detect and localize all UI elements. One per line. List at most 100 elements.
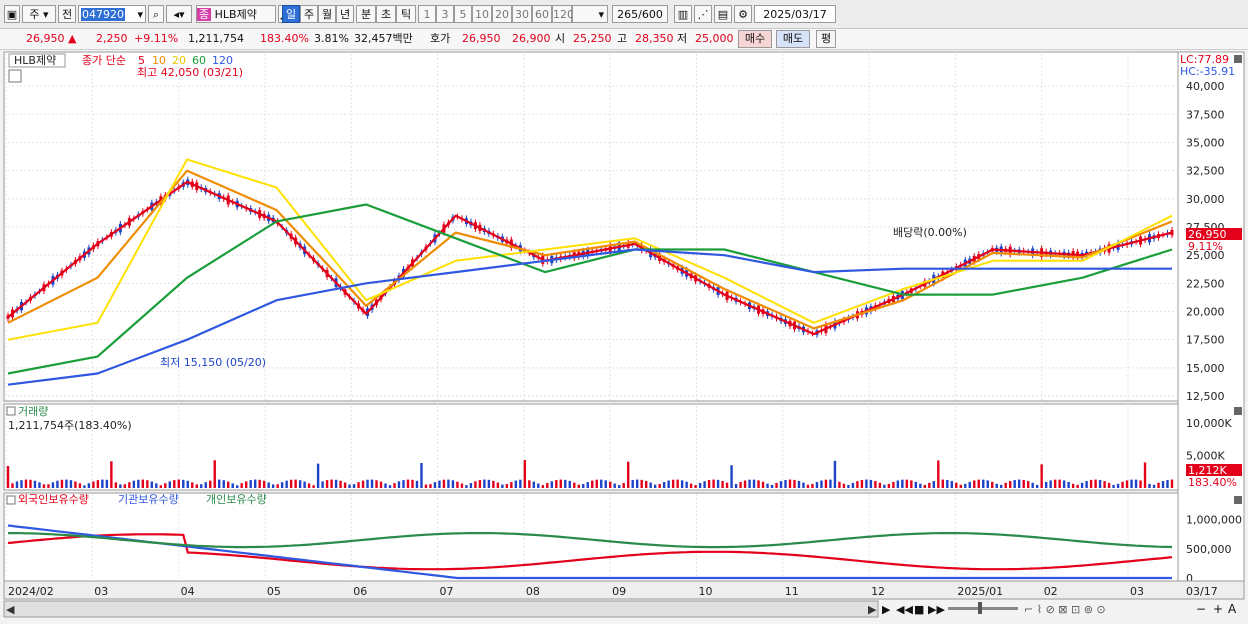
- volume-bar: [528, 480, 531, 488]
- period-day[interactable]: 일: [282, 5, 300, 23]
- price-close-icon[interactable]: [1234, 55, 1242, 63]
- search-icon[interactable]: ⌕: [148, 5, 164, 23]
- volume-bar: [492, 480, 495, 488]
- volume-bar: [101, 479, 104, 488]
- volume-bar: [1157, 482, 1160, 488]
- period-month[interactable]: 월: [318, 5, 336, 23]
- speaker-icon[interactable]: ◂▾: [166, 5, 192, 23]
- nav-forward-icon[interactable]: ▶▶: [928, 603, 945, 616]
- type-select[interactable]: 주 ▾: [22, 5, 56, 23]
- interval-custom-select[interactable]: ▾: [572, 5, 608, 23]
- volume-bar: [240, 483, 243, 488]
- volume-bar: [573, 482, 576, 488]
- stock-badge: 종: [197, 8, 212, 21]
- indicator-icon[interactable]: ⋰: [694, 5, 712, 23]
- buy-button[interactable]: 매수: [738, 30, 772, 48]
- volume-bar: [227, 481, 230, 488]
- volume-bar: [694, 485, 697, 488]
- volume-bar: [262, 480, 266, 488]
- volume-bar: [946, 479, 949, 488]
- volume-bar: [56, 480, 59, 488]
- period-minute[interactable]: 분: [356, 5, 376, 23]
- hoga-ask: 26,950: [462, 32, 501, 45]
- volume-bar: [1098, 479, 1102, 488]
- calc-icon[interactable]: [8, 69, 22, 83]
- nav-rewind-icon[interactable]: ◀◀: [896, 603, 913, 616]
- font-size-icon[interactable]: A: [1228, 602, 1237, 616]
- volume-bar: [644, 480, 648, 488]
- volume-bar: [501, 484, 504, 488]
- avg-button[interactable]: 평: [816, 30, 836, 48]
- interval-1[interactable]: 1: [418, 5, 436, 23]
- count-input[interactable]: 265/600: [612, 5, 668, 23]
- volume-bar: [689, 483, 693, 488]
- nav-stop-icon[interactable]: ■: [914, 603, 924, 616]
- volume-bar: [1085, 481, 1088, 488]
- x-tick-label: 03/17: [1186, 585, 1218, 598]
- volume-bar: [384, 483, 387, 488]
- volume-bar: [1143, 462, 1147, 488]
- interval-5[interactable]: 5: [454, 5, 472, 23]
- volume-bar: [96, 480, 100, 488]
- tool-icons[interactable]: ⌐ ⌇ ⊘ ⊠ ⊡ ⊚ ⊙: [1024, 603, 1106, 616]
- volume-bar: [397, 481, 401, 488]
- interval-10[interactable]: 10: [472, 5, 492, 23]
- period-second[interactable]: 초: [376, 5, 396, 23]
- price-y-tick: 40,000: [1186, 80, 1225, 93]
- volume-bar: [905, 479, 909, 488]
- scroll-left-icon[interactable]: ◀: [6, 603, 15, 616]
- volume-bar: [901, 479, 904, 488]
- volume-toggle-icon[interactable]: [6, 406, 16, 416]
- interval-20[interactable]: 20: [492, 5, 512, 23]
- chart-svg[interactable]: 40,00037,50035,00032,50030,00027,50025,0…: [0, 50, 1248, 621]
- volume-bar: [892, 481, 895, 488]
- volume-bar: [995, 483, 998, 488]
- holding-y-tick: 500,000: [1186, 543, 1232, 556]
- layout-icon[interactable]: ▣: [4, 5, 20, 23]
- period-week[interactable]: 주: [300, 5, 318, 23]
- interval-120[interactable]: 120: [552, 5, 574, 23]
- nav-next-icon[interactable]: ▶: [882, 603, 891, 616]
- volume-bar: [878, 482, 882, 488]
- volume-bar: [47, 484, 50, 488]
- interval-30[interactable]: 30: [512, 5, 532, 23]
- volume-bar: [680, 480, 684, 488]
- zoom-slider-handle[interactable]: [978, 602, 982, 614]
- volume-bar: [168, 481, 171, 488]
- holding-toggle-icon[interactable]: [6, 495, 16, 505]
- settings-icon[interactable]: ⚙: [734, 5, 752, 23]
- stock-name-field[interactable]: 종 HLB제약: [196, 5, 276, 23]
- interval-3[interactable]: 3: [436, 5, 454, 23]
- period-year[interactable]: 년: [336, 5, 354, 23]
- zoom-out-icon[interactable]: −: [1196, 602, 1206, 616]
- volume-bar: [213, 460, 216, 488]
- holding-close-icon[interactable]: [1234, 496, 1242, 504]
- volume-bar: [1062, 480, 1066, 488]
- interval-60[interactable]: 60: [532, 5, 552, 23]
- chart-type-icon[interactable]: ▥: [674, 5, 692, 23]
- volume-bar: [609, 481, 612, 488]
- volume-bar: [770, 485, 774, 488]
- scroll-right-icon[interactable]: ▶: [868, 603, 877, 616]
- prev-button[interactable]: 전: [58, 5, 76, 23]
- volume-bar: [523, 460, 527, 488]
- date-input[interactable]: 2025/03/17: [754, 5, 836, 23]
- volume-bar: [6, 465, 10, 488]
- sell-button[interactable]: 매도: [776, 30, 810, 48]
- volume-bar: [146, 480, 149, 488]
- period-tick[interactable]: 틱: [396, 5, 416, 23]
- zoom-slider[interactable]: [948, 607, 1018, 610]
- zoom-in-icon[interactable]: +: [1213, 602, 1223, 616]
- volume-bar: [334, 479, 338, 488]
- volume-bar: [937, 460, 940, 488]
- scrollbar-track[interactable]: [3, 600, 879, 618]
- save-icon[interactable]: ▤: [714, 5, 732, 23]
- volume-bar: [671, 479, 675, 488]
- stock-code-input[interactable]: 047920 ▾: [78, 5, 146, 23]
- change-pct: +9.11%: [134, 32, 179, 45]
- volume-close-icon[interactable]: [1234, 407, 1242, 415]
- volume-panel[interactable]: [3, 403, 1179, 491]
- holding-panel[interactable]: [3, 492, 1179, 582]
- chart-area[interactable]: 40,000 37,500 35,000 32,500 30,000 27,500 25,0…: [0, 50, 1248, 621]
- volume-bar: [1004, 482, 1007, 488]
